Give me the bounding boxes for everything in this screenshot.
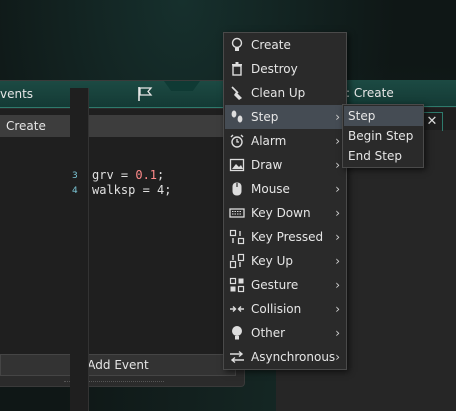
keyboard-icon bbox=[229, 208, 245, 218]
flag-icon[interactable] bbox=[136, 85, 154, 103]
chevron-right-icon: › bbox=[335, 326, 340, 340]
code-text: grv = bbox=[92, 168, 136, 182]
bulb-icon bbox=[232, 326, 242, 340]
chevron-right-icon: › bbox=[335, 350, 340, 364]
chevron-right-icon: › bbox=[335, 302, 340, 316]
event-row-create[interactable]: Create bbox=[0, 115, 232, 137]
footsteps-icon bbox=[231, 110, 243, 123]
key-pressed-icon bbox=[229, 229, 245, 245]
menu-item-label: Clean Up bbox=[251, 86, 306, 100]
menu-item-step[interactable]: Step › bbox=[225, 105, 346, 129]
events-panel: vents Create Add Event bbox=[0, 80, 245, 387]
chevron-right-icon: › bbox=[335, 278, 340, 292]
menu-item-label: Key Pressed bbox=[251, 230, 324, 244]
menu-item-draw[interactable]: Draw › bbox=[225, 153, 346, 177]
menu-item-gesture[interactable]: Gesture › bbox=[225, 273, 346, 297]
menu-item-key-up[interactable]: Key Up › bbox=[225, 249, 346, 273]
menu-item-label: Destroy bbox=[251, 62, 298, 76]
menu-item-other[interactable]: Other › bbox=[225, 321, 346, 345]
events-panel-title: vents bbox=[0, 87, 34, 101]
key-up-icon bbox=[229, 253, 245, 269]
menu-item-label: Mouse bbox=[251, 182, 290, 196]
chevron-right-icon: › bbox=[335, 182, 340, 196]
menu-item-alarm[interactable]: Alarm › bbox=[225, 129, 346, 153]
chevron-right-icon: › bbox=[335, 230, 340, 244]
menu-item-destroy[interactable]: Destroy bbox=[225, 57, 346, 81]
collision-icon bbox=[230, 306, 244, 312]
code-editor-title: : Create bbox=[346, 86, 394, 100]
menu-item-mouse[interactable]: Mouse › bbox=[225, 177, 346, 201]
menu-item-label: Key Down bbox=[251, 206, 311, 220]
chevron-right-icon: › bbox=[335, 134, 340, 148]
code-line[interactable]: walksp = 4; bbox=[92, 183, 171, 197]
lightbulb-icon bbox=[231, 37, 243, 51]
code-number: 0.1 bbox=[135, 168, 158, 182]
event-list: Create bbox=[0, 109, 244, 359]
add-event-context-menu: Create Destroy Clean Up Step › Alarm › D… bbox=[223, 32, 347, 370]
menu-item-label: Gesture bbox=[251, 278, 299, 292]
events-panel-header[interactable]: vents bbox=[0, 81, 244, 108]
menu-item-key-down[interactable]: Key Down › bbox=[225, 201, 346, 225]
async-arrows-icon bbox=[230, 350, 244, 364]
header-notch bbox=[164, 81, 200, 91]
gesture-icon bbox=[229, 277, 245, 293]
chevron-right-icon: › bbox=[335, 254, 340, 268]
chevron-right-icon: › bbox=[335, 110, 340, 124]
close-icon[interactable]: ✕ bbox=[421, 112, 443, 131]
add-event-button[interactable]: Add Event bbox=[0, 354, 236, 376]
line-number: 3 bbox=[72, 171, 78, 181]
menu-item-asynchronous[interactable]: Asynchronous › bbox=[225, 345, 346, 369]
menu-item-create[interactable]: Create bbox=[225, 33, 346, 57]
mouse-icon bbox=[232, 182, 242, 196]
menu-item-label: Alarm bbox=[251, 134, 287, 148]
alarm-clock-icon bbox=[230, 134, 244, 148]
code-text: ; bbox=[157, 168, 165, 182]
line-gutter bbox=[70, 88, 89, 411]
chevron-right-icon: › bbox=[335, 158, 340, 172]
submenu-item-end-step[interactable]: End Step bbox=[344, 146, 423, 166]
code-line[interactable]: grv = 0.1; bbox=[92, 168, 164, 182]
submenu-item-begin-step[interactable]: Begin Step bbox=[344, 126, 423, 146]
menu-item-collision[interactable]: Collision › bbox=[225, 297, 346, 321]
menu-item-label: Create bbox=[251, 38, 291, 52]
broom-icon bbox=[231, 86, 242, 100]
picture-icon bbox=[229, 158, 245, 172]
step-submenu: Step Begin Step End Step bbox=[342, 104, 424, 168]
menu-item-label: Other bbox=[251, 326, 286, 340]
code-text: walksp = 4; bbox=[92, 183, 172, 197]
line-number: 4 bbox=[72, 186, 78, 196]
menu-item-label: Key Up bbox=[251, 254, 293, 268]
chevron-right-icon: › bbox=[335, 206, 340, 220]
menu-item-label: Collision bbox=[251, 302, 302, 316]
trash-icon bbox=[232, 62, 242, 76]
menu-item-key-pressed[interactable]: Key Pressed › bbox=[225, 225, 346, 249]
menu-item-label: Asynchronous bbox=[251, 350, 336, 364]
menu-item-label: Step bbox=[251, 110, 279, 124]
submenu-item-step[interactable]: Step bbox=[344, 106, 423, 126]
menu-item-label: Draw bbox=[251, 158, 283, 172]
menu-item-clean-up[interactable]: Clean Up bbox=[225, 81, 346, 105]
